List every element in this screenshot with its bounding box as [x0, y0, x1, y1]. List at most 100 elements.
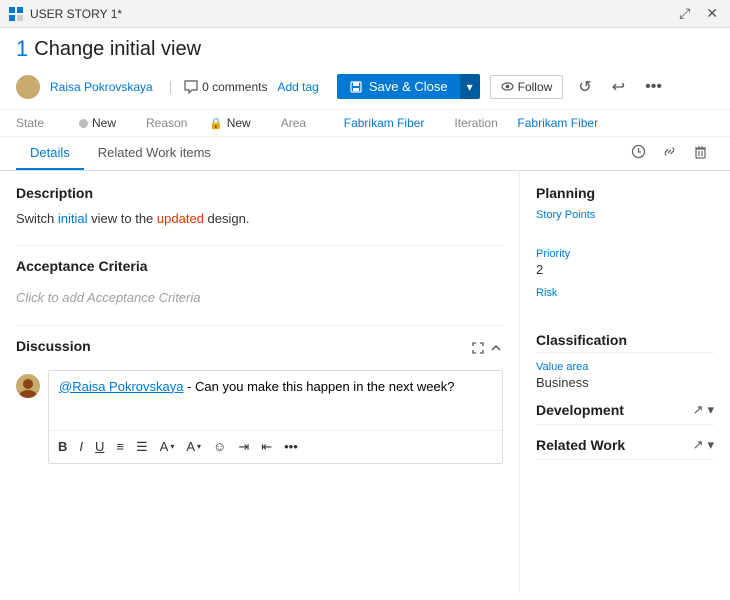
- description-text[interactable]: Switch initial view to the updated desig…: [16, 209, 503, 229]
- follow-button[interactable]: Follow: [490, 75, 564, 99]
- highlight-button[interactable]: A▾: [155, 437, 180, 456]
- development-icons: ↗ ▾: [693, 402, 714, 418]
- undo-button[interactable]: ↩: [607, 75, 630, 99]
- iteration-item: Iteration Fabrikam Fiber: [454, 116, 598, 130]
- emoji-button[interactable]: ☺: [208, 437, 231, 456]
- state-value[interactable]: New: [79, 116, 116, 130]
- state-label: State: [16, 116, 71, 130]
- align-button[interactable]: ≡: [111, 437, 129, 456]
- state-item: State New: [16, 116, 116, 130]
- work-item-icon: [8, 6, 24, 22]
- risk-label: Risk: [536, 287, 714, 299]
- toolbar: Raisa Pokrovskaya | 0 comments Add tag S…: [16, 70, 714, 103]
- classification-title: Classification: [536, 332, 714, 348]
- area-label: Area: [281, 116, 336, 130]
- reason-label: Reason: [146, 116, 201, 130]
- list-button[interactable]: ☰: [131, 437, 153, 457]
- history-icon-button[interactable]: [625, 140, 652, 167]
- state-indicator: [79, 119, 88, 128]
- divider2: [16, 325, 503, 326]
- story-points-label: Story Points: [536, 209, 714, 221]
- trash-icon-button[interactable]: [687, 140, 714, 167]
- iteration-label: Iteration: [454, 116, 509, 130]
- discussion-controls: [471, 341, 503, 358]
- value-area-value[interactable]: Business: [536, 375, 714, 390]
- area-item: Area Fabrikam Fiber: [281, 116, 425, 130]
- related-work-expand-button[interactable]: ↗: [693, 437, 704, 453]
- expand-icon: [471, 341, 485, 355]
- disc-toolbar: B I U ≡ ☰ A▾ A▾ ☺ ⇥ ⇤ •••: [49, 430, 502, 463]
- risk-value[interactable]: [536, 301, 714, 316]
- link-icon: [662, 144, 677, 159]
- description-title: Description: [16, 185, 503, 201]
- discussion-expand-button[interactable]: [471, 341, 485, 358]
- lock-icon: 🔒: [209, 117, 223, 130]
- italic-button[interactable]: I: [74, 437, 88, 456]
- area-value[interactable]: Fabrikam Fiber: [344, 116, 425, 130]
- indent-button[interactable]: ⇥: [233, 437, 254, 457]
- value-area-label: Value area: [536, 361, 714, 373]
- trash-icon: [693, 144, 708, 159]
- meta-row: State New Reason 🔒 New Area Fabrikam Fib…: [0, 110, 730, 137]
- development-collapse-button[interactable]: ▾: [707, 402, 714, 418]
- mention-text[interactable]: @Raisa Pokrovskaya: [59, 379, 183, 394]
- more-button[interactable]: •••: [640, 76, 667, 98]
- eye-icon: [501, 80, 514, 93]
- save-close-button[interactable]: Save & Close: [337, 74, 460, 99]
- add-tag-button[interactable]: Add tag: [277, 80, 318, 94]
- desc-highlight-initial: initial: [58, 211, 88, 226]
- restore-button[interactable]: ⤢: [675, 3, 694, 24]
- desc-part3: design.: [204, 211, 250, 226]
- save-close-dropdown-button[interactable]: ▾: [460, 74, 480, 99]
- outdent-button[interactable]: ⇤: [256, 437, 277, 457]
- refresh-button[interactable]: ↺: [573, 75, 596, 99]
- planning-section: Planning Story Points Priority 2 Risk: [536, 185, 714, 316]
- state-text: New: [92, 116, 116, 130]
- discussion-content[interactable]: @Raisa Pokrovskaya - Can you make this h…: [49, 371, 502, 426]
- desc-part1: Switch: [16, 211, 58, 226]
- comments-count: 0 comments: [202, 80, 267, 94]
- close-button[interactable]: ✕: [702, 3, 722, 24]
- development-header: Development ↗ ▾: [536, 402, 714, 425]
- development-title: Development: [536, 402, 624, 418]
- classification-section: Classification Value area Business: [536, 332, 714, 390]
- desc-part2: view to the: [88, 211, 157, 226]
- underline-button[interactable]: U: [90, 437, 109, 456]
- comment-text: - Can you make this happen in the next w…: [187, 379, 454, 394]
- iteration-value[interactable]: Fabrikam Fiber: [517, 116, 598, 130]
- priority-label: Priority: [536, 248, 714, 260]
- reason-value[interactable]: 🔒 New: [209, 116, 251, 130]
- user-name[interactable]: Raisa Pokrovskaya: [50, 80, 153, 94]
- discussion-input-row: @Raisa Pokrovskaya - Can you make this h…: [16, 370, 503, 464]
- save-icon: [349, 80, 363, 94]
- title-bar: USER STORY 1* ⤢ ✕: [0, 0, 730, 28]
- related-work-section: Related Work ↗ ▾: [536, 437, 714, 460]
- acceptance-criteria-placeholder[interactable]: Click to add Acceptance Criteria: [16, 282, 503, 313]
- comments-button[interactable]: 0 comments: [184, 80, 267, 94]
- save-close-label: Save & Close: [369, 79, 448, 94]
- link-icon-button[interactable]: [656, 140, 683, 167]
- planning-title: Planning: [536, 185, 714, 201]
- follow-label: Follow: [518, 80, 553, 94]
- bold-button[interactable]: B: [53, 437, 72, 456]
- reason-text: New: [227, 116, 251, 130]
- discussion-title: Discussion: [16, 338, 91, 354]
- related-work-collapse-button[interactable]: ▾: [707, 437, 714, 453]
- save-close-group: Save & Close ▾: [337, 74, 480, 99]
- tab-details[interactable]: Details: [16, 137, 84, 170]
- title-row: 1 Change initial view: [16, 36, 714, 62]
- work-item-title[interactable]: Change initial view: [34, 38, 201, 61]
- avatar: [16, 75, 40, 99]
- font-color-button[interactable]: A▾: [181, 437, 206, 456]
- discussion-collapse-button[interactable]: [489, 341, 503, 358]
- header-section: 1 Change initial view Raisa Pokrovskaya …: [0, 28, 730, 110]
- more-formatting-button[interactable]: •••: [279, 437, 303, 456]
- discussion-input-box[interactable]: @Raisa Pokrovskaya - Can you make this h…: [48, 370, 503, 464]
- discussion-avatar: [16, 374, 40, 398]
- left-pane: Description Switch initial view to the u…: [0, 171, 520, 593]
- divider1: [16, 245, 503, 246]
- story-points-value[interactable]: [536, 223, 714, 238]
- development-expand-button[interactable]: ↗: [693, 402, 704, 418]
- priority-value[interactable]: 2: [536, 262, 714, 277]
- tab-related-work-items[interactable]: Related Work items: [84, 137, 225, 170]
